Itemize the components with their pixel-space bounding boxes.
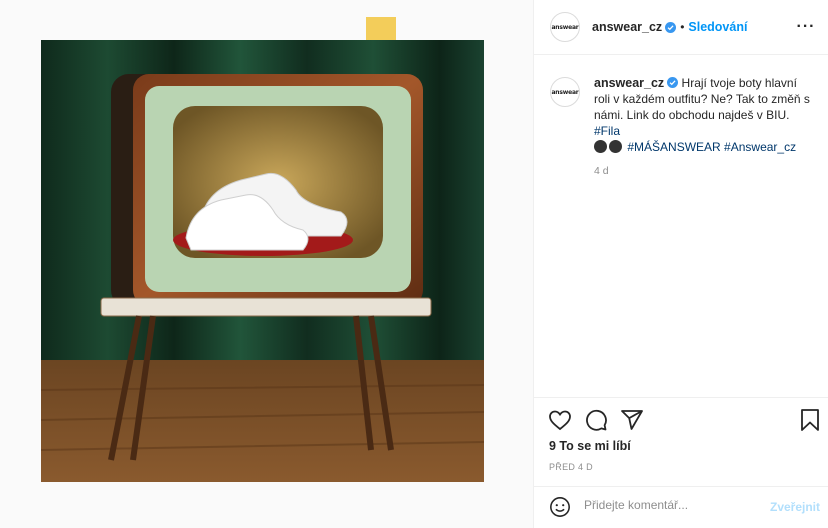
separator-dot: • [680,20,685,34]
verified-badge-icon [667,77,679,88]
bookmark-icon[interactable] [798,408,822,432]
sticky-note [366,17,396,41]
black-circle-icon [609,140,622,153]
post-media-pane [0,0,534,528]
avatar-logo: answear [551,23,579,31]
black-circle-icon [594,140,607,153]
post-sidebar: answear answear_cz • Sledování ··· answe… [534,0,828,528]
smiley-icon[interactable] [549,496,571,518]
verified-badge-icon [665,21,677,33]
caption-body: answear_cz Hrají tvoje boty hlavní roli … [594,75,814,179]
comment-bar: Zveřejnit [534,486,828,528]
follow-button[interactable]: Sledování [688,20,747,34]
avatar[interactable]: answear [550,12,580,42]
posted-time[interactable]: PŘED 4 D [549,462,593,472]
caption-avatar[interactable]: answear [550,77,580,107]
hashtag-answear[interactable]: #Answear_cz [724,140,796,154]
caption-username[interactable]: answear_cz [594,76,664,90]
comment-input[interactable] [584,498,764,512]
likes-count[interactable]: 9 To se mi líbí [549,439,631,453]
more-horizontal-icon[interactable]: ··· [794,15,818,39]
post-caption: answear answear_cz Hrají tvoje boty hlav… [550,75,820,179]
avatar-logo: answear [551,88,579,96]
share-icon[interactable] [620,408,644,432]
hashtag-fila[interactable]: #Fila [594,124,620,138]
username-link[interactable]: answear_cz [592,20,662,34]
tv-sneaker-image [41,40,484,482]
post-header: answear answear_cz • Sledování ··· [534,0,828,55]
post-comment-button[interactable]: Zveřejnit [770,500,820,514]
post-photo[interactable] [41,40,484,482]
caption-time[interactable]: 4 d [594,163,814,179]
comment-icon[interactable] [584,408,608,432]
heart-icon[interactable] [548,408,572,432]
hashtag-masanswear[interactable]: #MÁŠANSWEAR [627,140,720,154]
